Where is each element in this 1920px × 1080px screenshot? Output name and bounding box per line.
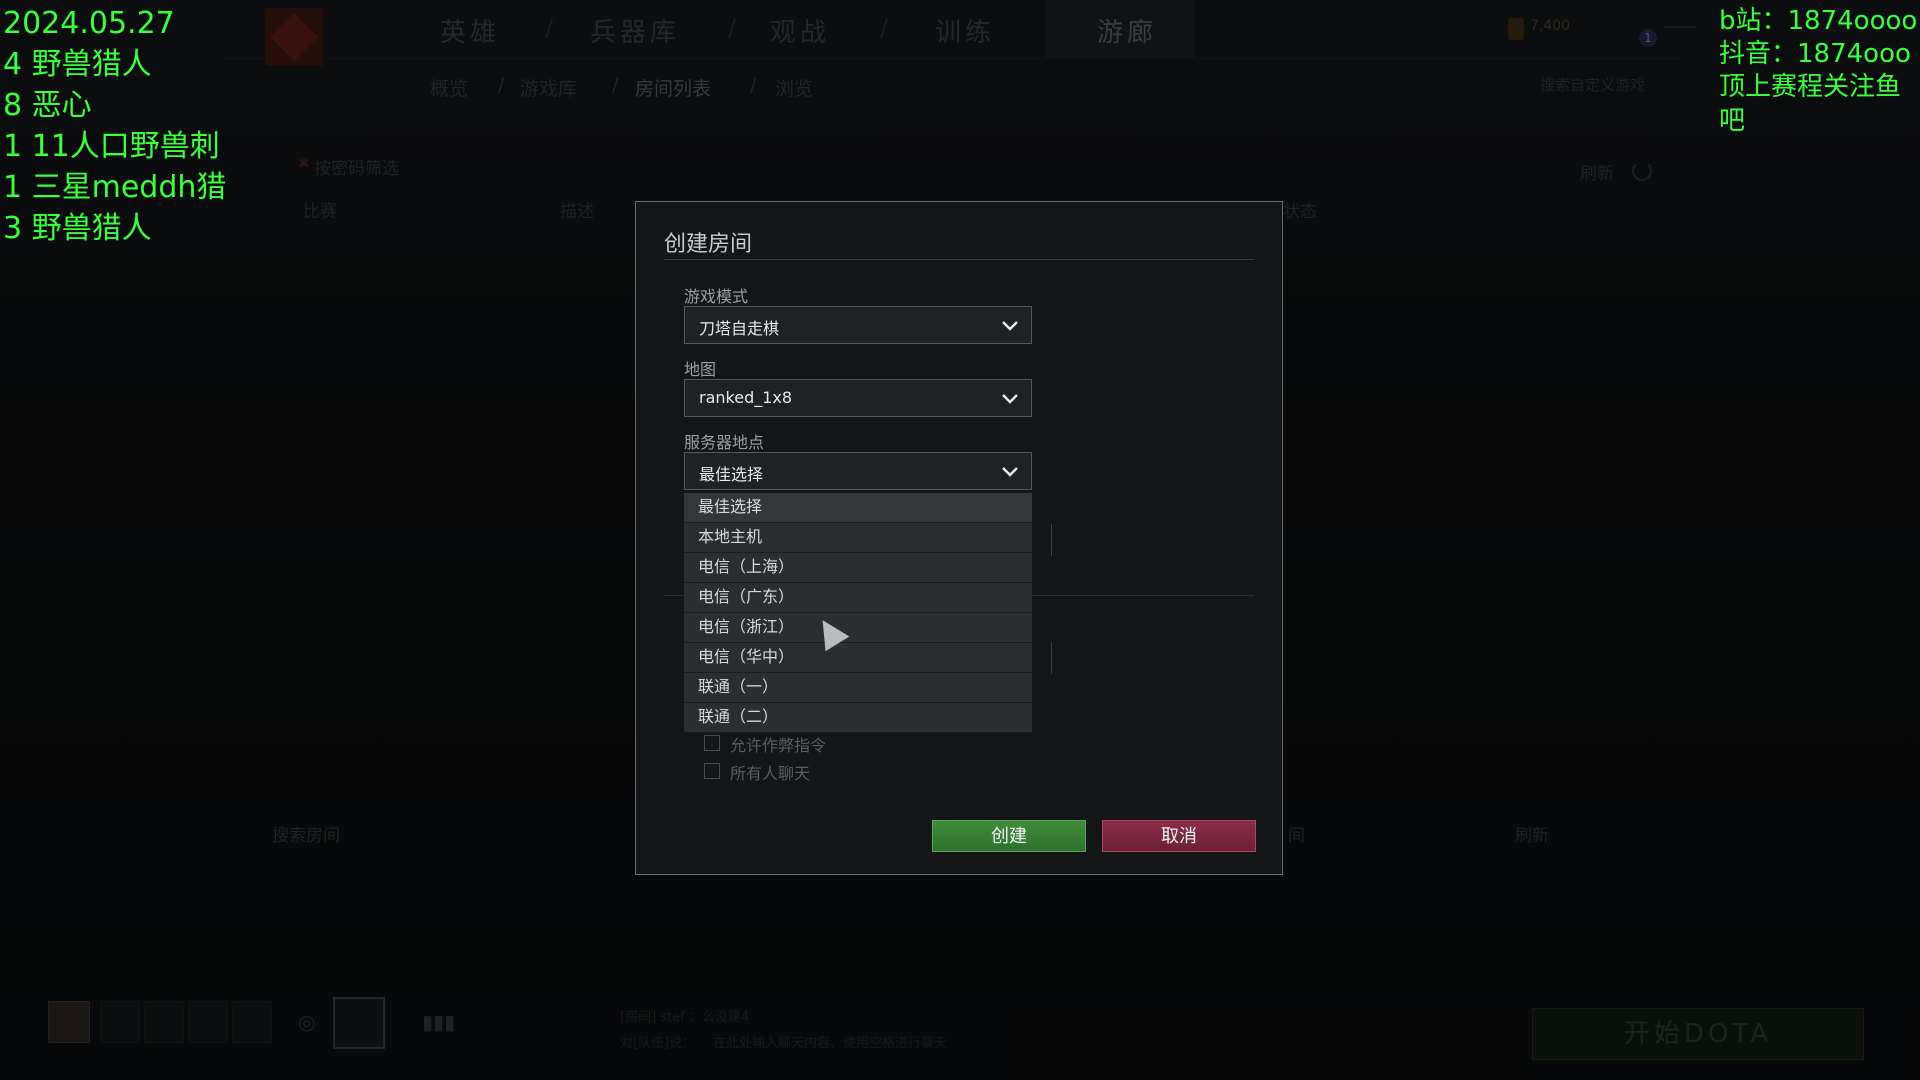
overlay-line: 4 野兽猎人: [3, 47, 152, 82]
map-label: 地图: [684, 360, 717, 379]
server-option-telecom-central[interactable]: 电信（华中）: [684, 643, 1032, 673]
server-option-local[interactable]: 本地主机: [684, 523, 1032, 553]
server-value: 最佳选择: [699, 465, 764, 484]
server-label: 服务器地点: [684, 433, 765, 452]
overlay-schedule: 顶上赛程关注鱼吧: [1719, 72, 1902, 136]
overlay-line: 1 三星meddh猎: [3, 170, 227, 205]
game-mode-select[interactable]: 刀塔自走棋: [684, 306, 1032, 344]
all-chat-checkbox[interactable]: [704, 763, 720, 779]
create-button[interactable]: 创建: [932, 820, 1086, 852]
overlay-douyin: 抖音：1874ooo: [1719, 39, 1911, 69]
server-select[interactable]: 最佳选择: [684, 452, 1032, 490]
server-option-unicom-1[interactable]: 联通（一）: [684, 673, 1032, 703]
create-lobby-dialog: 创建房间 游戏模式 刀塔自走棋 地图 ranked_1x8 服务器地点 最佳选择…: [635, 201, 1283, 875]
overlay-line: 8 恶心: [3, 88, 92, 123]
server-option-telecom-shanghai[interactable]: 电信（上海）: [684, 553, 1032, 583]
hidden-field-edge: [1045, 524, 1052, 556]
allow-cheats-checkbox[interactable]: [704, 735, 720, 751]
cancel-button[interactable]: 取消: [1102, 820, 1256, 852]
chevron-down-icon: [1002, 394, 1018, 404]
game-mode-label: 游戏模式: [684, 287, 749, 306]
server-option-telecom-guangdong[interactable]: 电信（广东）: [684, 583, 1032, 613]
overlay-line: 1 11人口野兽刺: [3, 129, 220, 164]
title-divider: [664, 259, 1254, 260]
game-mode-value: 刀塔自走棋: [699, 319, 780, 338]
server-option-best[interactable]: 最佳选择: [684, 493, 1032, 523]
overlay-date: 2024.05.27: [3, 6, 175, 41]
map-value: ranked_1x8: [699, 388, 793, 407]
server-dropdown-list: 最佳选择 本地主机 电信（上海） 电信（广东） 电信（浙江） 电信（华中） 联通…: [684, 493, 1032, 733]
overlay-line: 3 野兽猎人: [3, 211, 152, 246]
hidden-field-edge: [1045, 642, 1052, 674]
server-option-telecom-zhejiang[interactable]: 电信（浙江）: [684, 613, 1032, 643]
map-select[interactable]: ranked_1x8: [684, 379, 1032, 417]
all-chat-label: 所有人聊天: [730, 764, 811, 783]
allow-cheats-label: 允许作弊指令: [730, 736, 827, 755]
server-option-unicom-2[interactable]: 联通（二）: [684, 703, 1032, 733]
overlay-bilibili: b站：1874oooo: [1719, 6, 1918, 36]
dialog-title: 创建房间: [664, 232, 753, 257]
chevron-down-icon: [1002, 467, 1018, 477]
chevron-down-icon: [1002, 321, 1018, 331]
